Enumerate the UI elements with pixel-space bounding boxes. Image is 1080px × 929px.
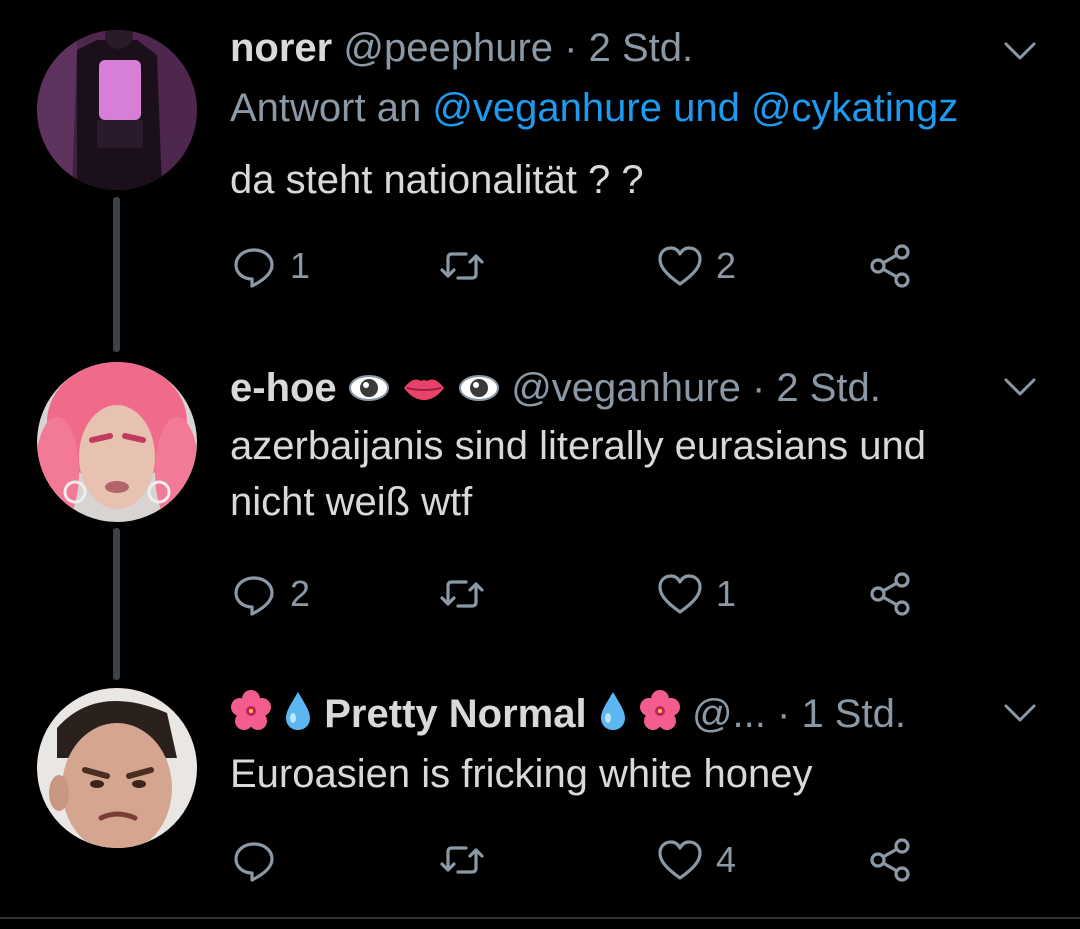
share-icon xyxy=(870,244,910,288)
hibiscus-emoji-icon xyxy=(230,690,272,743)
retweet-button[interactable] xyxy=(438,240,498,292)
reply-button[interactable] xyxy=(230,834,290,886)
retweet-icon xyxy=(440,252,484,280)
tweet-item[interactable]: norer @peephure · 2 Std. Antwort an @veg… xyxy=(0,0,1080,340)
speech-bubble-icon xyxy=(234,576,274,616)
speech-bubble-icon xyxy=(234,248,274,288)
reply-button[interactable]: 2 xyxy=(230,568,310,620)
avatar[interactable] xyxy=(37,30,197,190)
action-bar: 2 1 xyxy=(230,568,930,620)
handle[interactable]: @veganhure xyxy=(511,366,741,410)
share-icon xyxy=(870,572,910,616)
reply-context: Antwort an @veganhure und @cykatingz xyxy=(230,84,958,132)
tweet-text: Euroasien is fricking white honey xyxy=(230,752,813,796)
retweet-button[interactable] xyxy=(438,834,498,886)
heart-icon xyxy=(658,246,702,286)
retweet-icon xyxy=(440,846,484,874)
speech-bubble-icon xyxy=(234,842,274,882)
reply-mentions[interactable]: @veganhure und @cykatingz xyxy=(432,86,958,130)
droplet-emoji-icon xyxy=(598,690,628,743)
reply-count: 2 xyxy=(290,573,311,614)
like-count: 4 xyxy=(716,839,737,880)
display-name[interactable]: e-hoe xyxy=(230,366,337,410)
retweet-button[interactable] xyxy=(438,568,498,620)
display-name[interactable]: Pretty Normal xyxy=(324,692,586,736)
lips-emoji-icon xyxy=(401,366,447,414)
separator: · xyxy=(740,366,777,410)
timestamp[interactable]: 1 Std. xyxy=(801,692,906,736)
handle[interactable]: @... xyxy=(692,692,766,736)
divider xyxy=(0,917,1080,919)
tweet-text-line: nicht weiß wtf xyxy=(230,480,473,524)
action-bar: 1 2 xyxy=(230,240,930,292)
chevron-down-icon[interactable] xyxy=(1000,366,1040,406)
hibiscus-emoji-icon xyxy=(639,690,681,743)
tweet-text: da steht nationalität ? ? xyxy=(230,158,644,202)
avatar[interactable] xyxy=(37,362,197,522)
like-count: 1 xyxy=(716,573,737,614)
like-button[interactable]: 1 xyxy=(656,568,736,620)
share-icon xyxy=(870,838,910,882)
avatar[interactable] xyxy=(37,688,197,848)
timestamp[interactable]: 2 Std. xyxy=(776,366,881,410)
share-button[interactable] xyxy=(866,240,914,292)
like-button[interactable]: 2 xyxy=(656,240,736,292)
action-bar: 4 xyxy=(230,834,930,886)
droplet-emoji-icon xyxy=(283,690,313,743)
handle[interactable]: @peephure xyxy=(343,26,553,70)
heart-icon xyxy=(658,840,702,880)
chevron-down-icon[interactable] xyxy=(1000,30,1040,70)
tweet-item[interactable]: Pretty Normal @... · 1 Std. Euroasien is… xyxy=(0,670,1080,915)
tweet-header: e-hoe @veganhure · 2 Std. xyxy=(230,364,881,414)
share-button[interactable] xyxy=(866,568,914,620)
separator: · xyxy=(765,692,802,737)
chevron-down-icon[interactable] xyxy=(1000,692,1040,732)
separator: · xyxy=(553,26,589,70)
retweet-icon xyxy=(440,580,484,608)
heart-icon xyxy=(658,574,702,614)
tweet-header: Pretty Normal @... · 1 Std. xyxy=(230,690,906,743)
share-button[interactable] xyxy=(866,834,914,886)
reply-count: 1 xyxy=(290,245,311,286)
eye-emoji-icon xyxy=(348,366,390,414)
like-button[interactable]: 4 xyxy=(656,834,736,886)
eye-emoji-icon xyxy=(458,366,500,414)
display-name[interactable]: norer xyxy=(230,26,332,70)
tweet-item[interactable]: e-hoe @veganhure · 2 Std. azerbaijanis s… xyxy=(0,340,1080,670)
reply-button[interactable]: 1 xyxy=(230,240,310,292)
tweet-text: azerbaijanis sind literally eurasians un… xyxy=(230,418,1030,530)
timestamp[interactable]: 2 Std. xyxy=(589,26,694,70)
like-count: 2 xyxy=(716,245,737,286)
tweet-text-line: azerbaijanis sind literally eurasians un… xyxy=(230,424,926,468)
reply-prefix: Antwort an xyxy=(230,86,433,130)
tweet-header: norer @peephure · 2 Std. xyxy=(230,24,693,72)
